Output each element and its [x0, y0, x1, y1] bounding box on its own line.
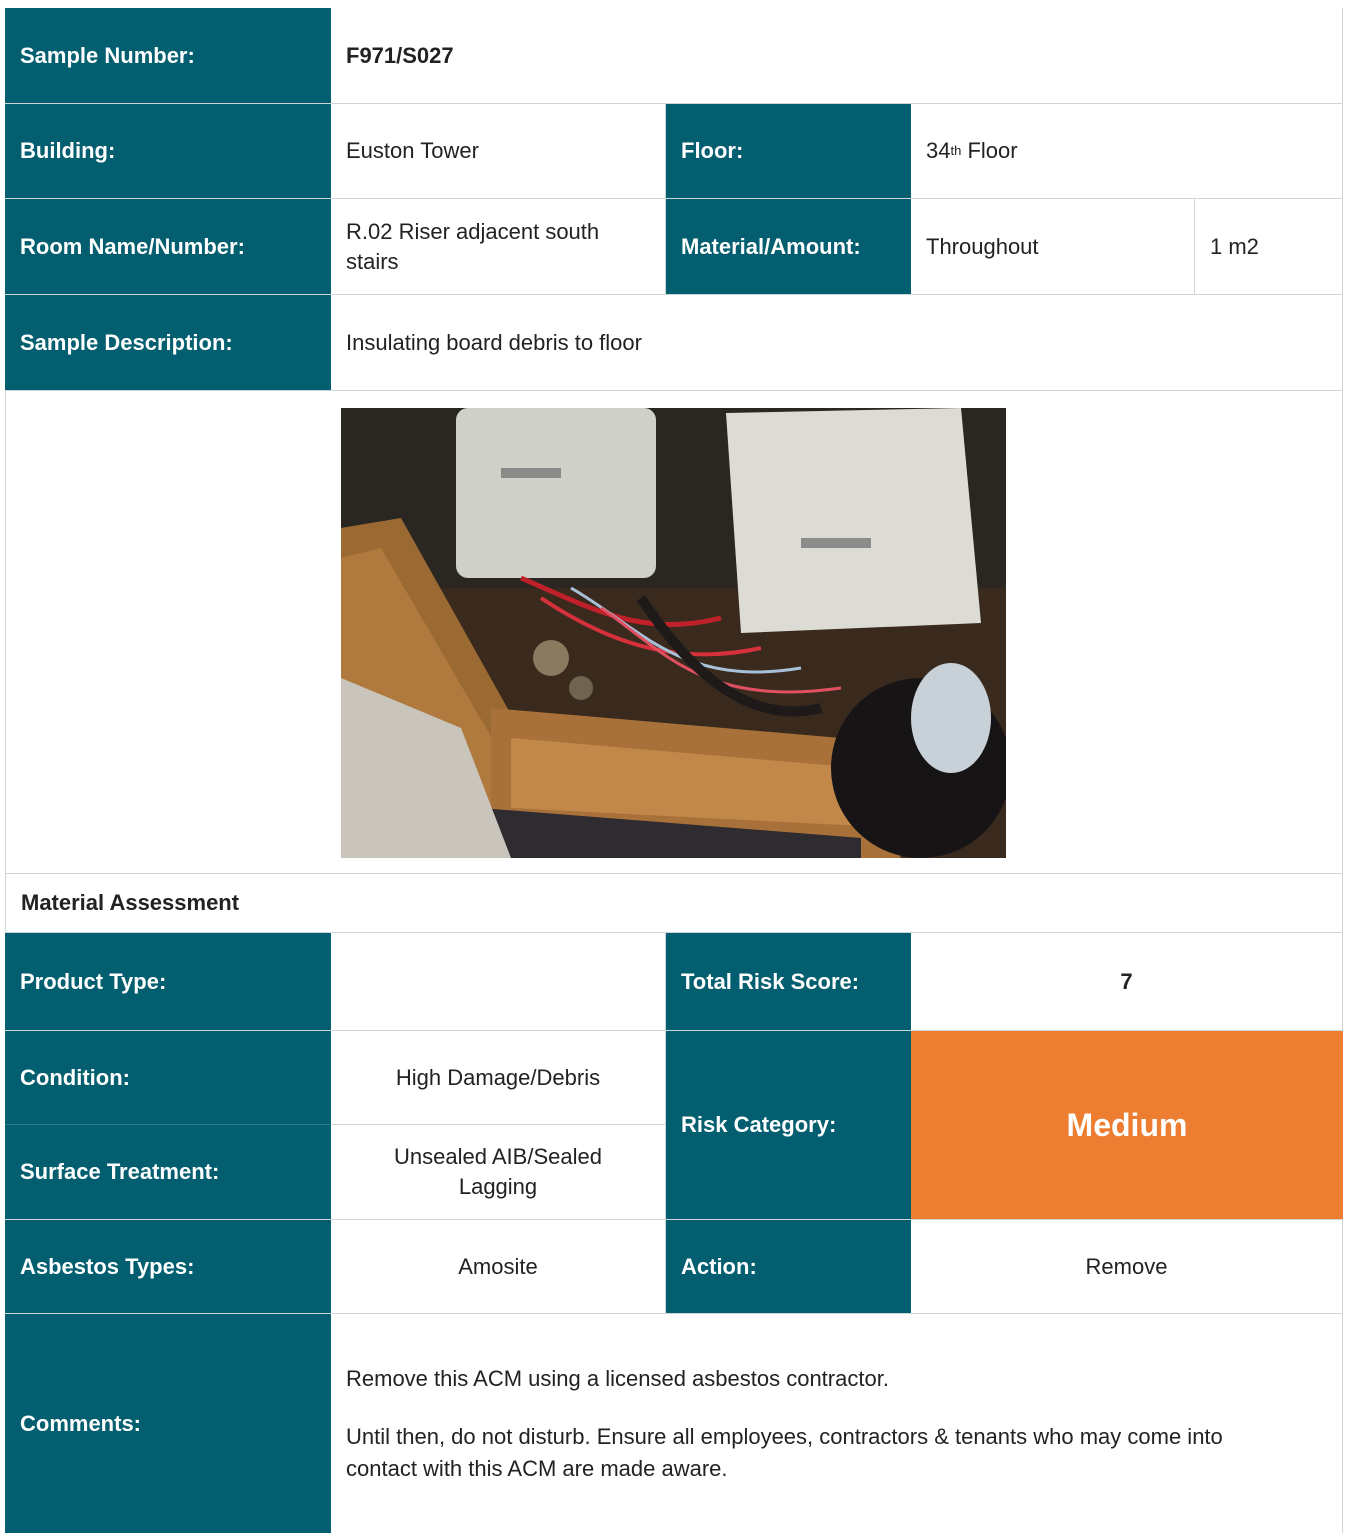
material-assessment-heading: Material Assessment — [21, 890, 240, 915]
floor-number: 34 — [926, 138, 951, 163]
sample-description-value: Insulating board debris to floor — [331, 295, 1343, 390]
building-label: Building: — [5, 104, 331, 198]
amount-value: 1 m2 — [1195, 199, 1343, 294]
action-value: Remove — [911, 1220, 1343, 1313]
product-type-value — [331, 933, 666, 1030]
room-value: R.02 Riser adjacent south stairs — [331, 199, 666, 294]
room-label: Room Name/Number: — [5, 199, 331, 294]
total-risk-score-label: Total Risk Score: — [666, 933, 911, 1030]
surface-treatment-label: Surface Treatment: — [5, 1125, 331, 1219]
risk-category-label: Risk Category: — [666, 1031, 911, 1219]
comments-value: Remove this ACM using a licensed asbesto… — [331, 1314, 1343, 1533]
row-building: Building: Euston Tower Floor: 34th Floor — [5, 104, 1343, 199]
row-room: Room Name/Number: R.02 Riser adjacent so… — [5, 199, 1343, 295]
condition-label: Condition: — [5, 1031, 331, 1125]
comments-label: Comments: — [5, 1314, 331, 1533]
sample-number-label: Sample Number: — [5, 8, 331, 103]
comments-line-2: Until then, do not disturb. Ensure all e… — [346, 1423, 1223, 1481]
total-risk-score-value: 7 — [911, 933, 1343, 1030]
sample-description-label: Sample Description: — [5, 295, 331, 390]
risk-category-value: Medium — [911, 1031, 1343, 1219]
action-label: Action: — [666, 1220, 911, 1313]
condition-value: High Damage/Debris — [331, 1031, 666, 1125]
row-photo — [5, 391, 1343, 874]
row-sample-description: Sample Description: Insulating board deb… — [5, 295, 1343, 391]
sample-number-value: F971/S027 — [331, 8, 1343, 103]
floor-word: Floor — [961, 138, 1018, 163]
surface-treatment-value: Unsealed AIB/Sealed Lagging — [331, 1125, 666, 1219]
asbestos-types-value: Amosite — [331, 1220, 666, 1313]
floor-value: 34th Floor — [911, 104, 1343, 198]
comments-line-1: Remove this ACM using a licensed asbesto… — [346, 1365, 889, 1391]
product-type-label: Product Type: — [5, 933, 331, 1030]
row-sample-number: Sample Number: F971/S027 — [5, 8, 1343, 104]
material-value: Throughout — [911, 199, 1195, 294]
building-value: Euston Tower — [331, 104, 666, 198]
asbestos-types-label: Asbestos Types: — [5, 1220, 331, 1313]
material-amount-label: Material/Amount: — [666, 199, 911, 294]
row-asbestos-types: Asbestos Types: Amosite Action: Remove — [5, 1219, 1343, 1314]
row-comments: Comments: Remove this ACM using a licens… — [5, 1314, 1343, 1533]
row-material-assessment: Material Assessment — [5, 874, 1343, 933]
row-product-type: Product Type: Total Risk Score: 7 — [5, 933, 1343, 1031]
sample-photo — [341, 408, 1006, 858]
floor-label: Floor: — [666, 104, 911, 198]
row-condition-group: Condition: High Damage/Debris Surface Tr… — [5, 1031, 1343, 1219]
